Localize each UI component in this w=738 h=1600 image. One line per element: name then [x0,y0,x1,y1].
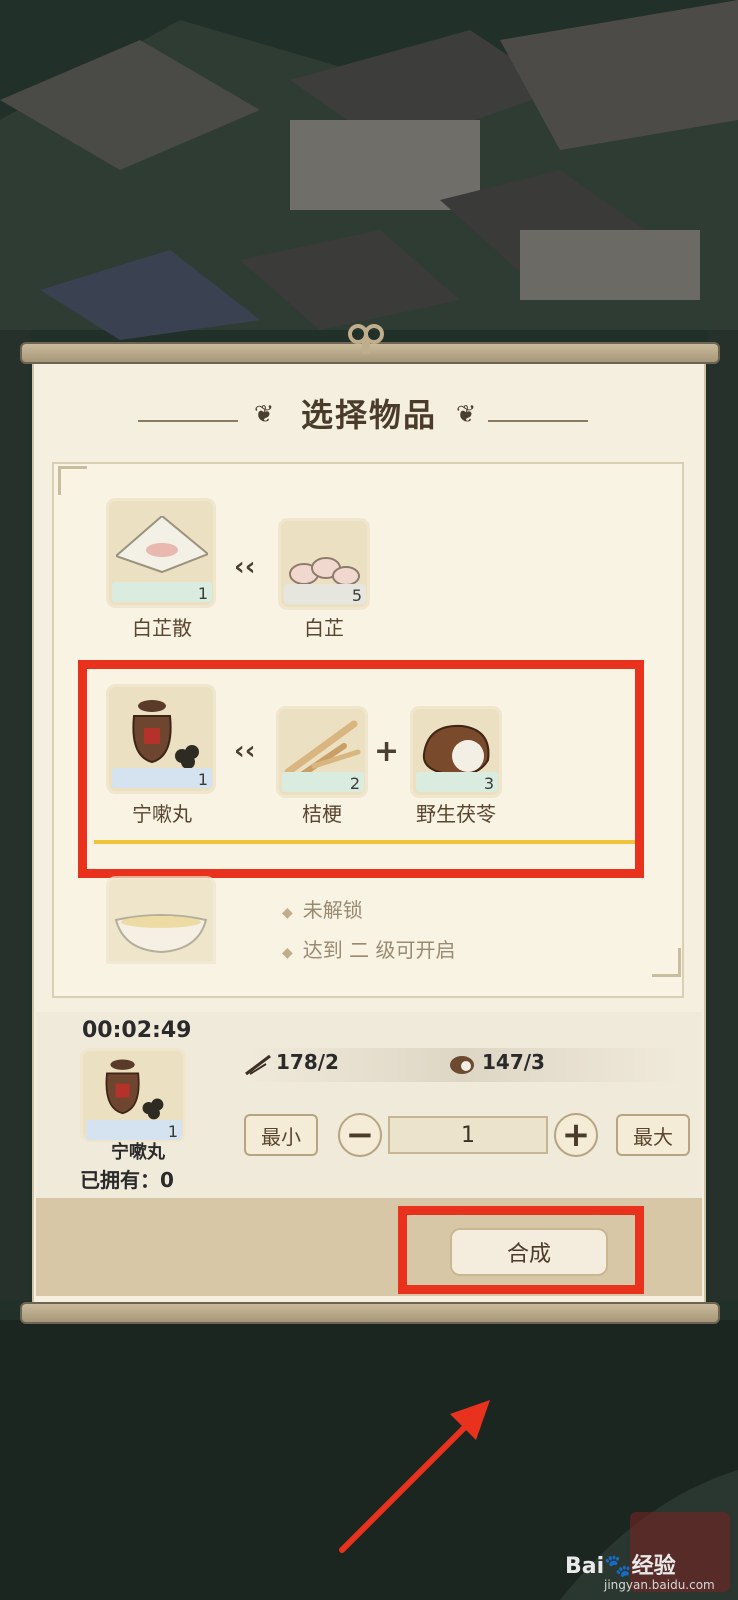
knot-ornament-icon [346,322,386,356]
ingredient-count: 5 [351,586,362,605]
arrow-annotation-icon [339,1400,490,1553]
watermark-logo: Bai🐾经验 [565,1548,676,1580]
craft-item-slot: 1 [80,1048,186,1142]
max-button[interactable]: 最大 [616,1114,690,1156]
title-bar: 选择物品 [0,388,738,438]
product-name: 白芷散 [132,616,192,640]
locked-product-slot [106,876,216,964]
powder-packet-icon [116,516,208,574]
unlock-hint: ◆ 达到 二 级可开启 [282,938,456,962]
paw-icon: 🐾 [604,1554,632,1579]
ingredient-name: 白芷 [304,616,344,640]
watermark-brand: Bai [565,1554,605,1579]
chevron-left-icon: ‹‹ [234,552,256,582]
craft-item-name: 宁嗽丸 [111,1142,165,1163]
highlight-box-craft [398,1206,644,1294]
resource-platycodon: 178/2 [276,1050,339,1074]
craft-timer: 00:02:49 [82,1018,192,1043]
platycodon-root-icon [245,1054,271,1076]
dialog-title: 选择物品 [300,396,437,434]
unlock-hint-text: 达到 二 级可开启 [302,938,456,962]
decrease-button[interactable]: − [338,1113,382,1157]
soup-bowl-icon [114,914,208,954]
product-slot[interactable]: 1 [106,498,216,608]
quantity-field[interactable]: 1 [388,1116,548,1154]
increase-button[interactable]: + [554,1113,598,1157]
product-count: 1 [197,584,208,603]
corner-ornament-top-left [58,466,87,495]
corner-ornament-bottom-right [652,948,681,977]
minus-icon: − [345,1115,375,1155]
min-button[interactable]: 最小 [244,1114,318,1156]
locked-text: 未解锁 [302,898,363,922]
ingredient-slot[interactable]: 5 [278,518,370,610]
pill-jar-icon [105,1059,164,1120]
locked-status: ◆ 未解锁 [282,898,363,922]
scroll-bottom-rod [20,1302,720,1324]
plus-icon: + [561,1115,591,1155]
highlight-box-recipe [78,660,644,878]
poria-mushroom-icon [450,1056,474,1074]
resource-poria: 147/3 [482,1050,545,1074]
owned-count: 已拥有：0 [80,1168,174,1192]
watermark-brand-cn: 经验 [631,1554,676,1579]
watermark-url: jingyan.baidu.com [604,1578,715,1592]
